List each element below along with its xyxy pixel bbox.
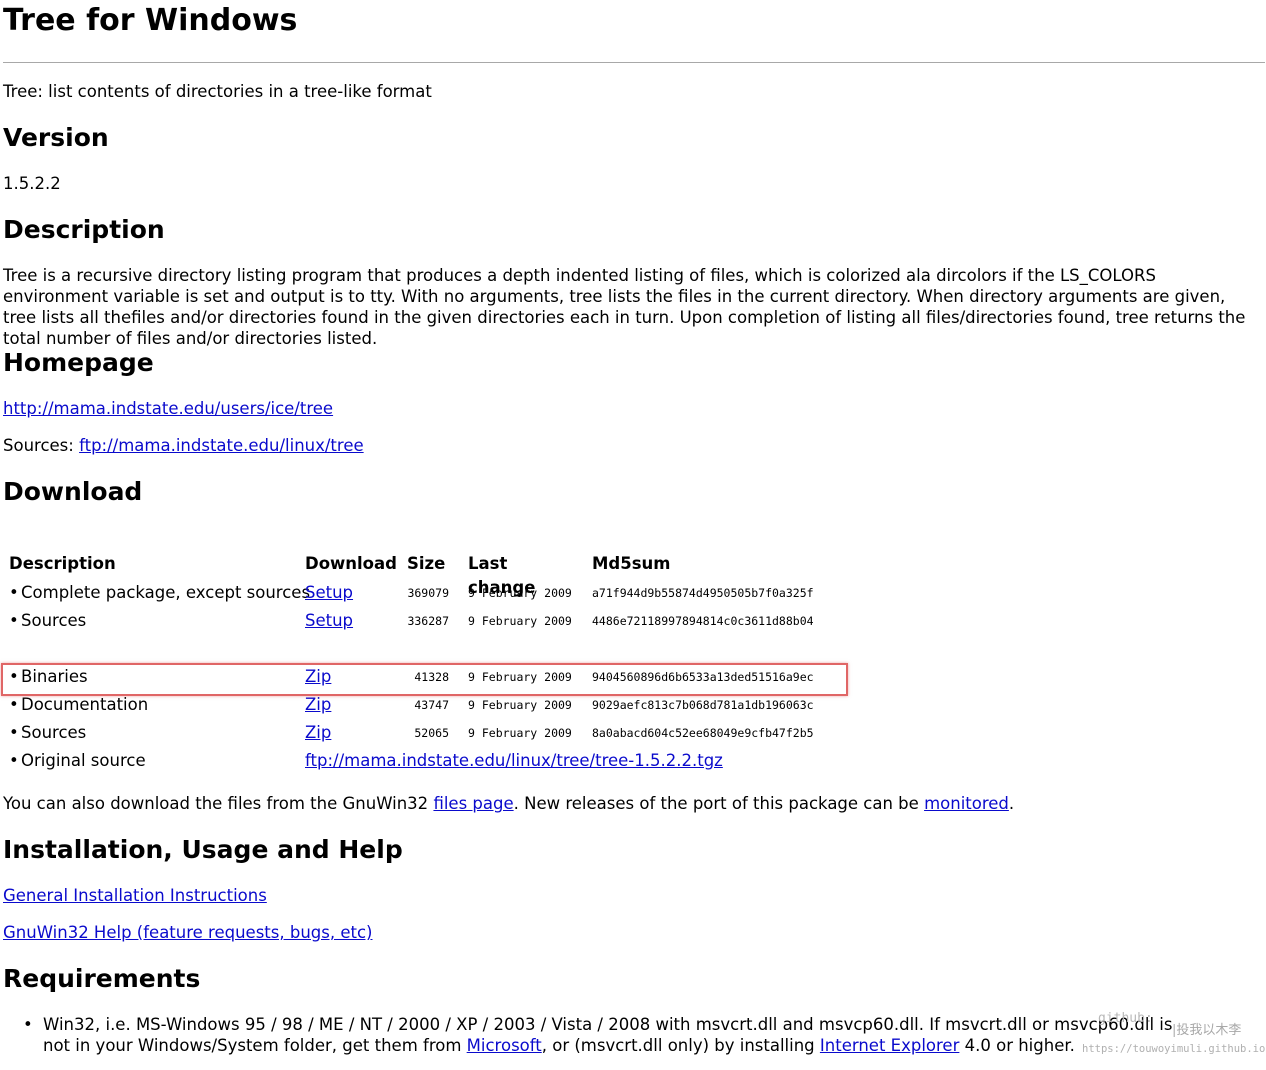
row-size: 369079 bbox=[407, 586, 449, 600]
gnuwin32-help-link[interactable]: GnuWin32 Help (feature requests, bugs, e… bbox=[3, 923, 372, 942]
description-text: Tree is a recursive directory listing pr… bbox=[3, 266, 1246, 348]
row-description: Original source bbox=[21, 751, 146, 770]
requirements-item: • Win32, i.e. MS-Windows 95 / 98 / ME / … bbox=[23, 1014, 1203, 1056]
install-heading: Installation, Usage and Help bbox=[3, 835, 403, 864]
internet-explorer-link[interactable]: Internet Explorer bbox=[820, 1036, 959, 1055]
requirements-text-3: 4.0 or higher. bbox=[959, 1036, 1075, 1055]
row-bullet: • bbox=[9, 695, 19, 714]
row-md5: a71f944d9b55874d4950505b7f0a325f bbox=[592, 586, 814, 600]
watermark-line-1: github: bbox=[1098, 1011, 1153, 1026]
row-md5: 8a0abacd604c52ee68049e9cfb47f2b5 bbox=[592, 726, 814, 740]
column-header-download: Download bbox=[305, 554, 397, 573]
column-header-md5sum: Md5sum bbox=[592, 554, 671, 573]
watermark: github: |投我以木李 https://touwoyimuli.githu… bbox=[1080, 1011, 1265, 1056]
homepage-heading: Homepage bbox=[3, 348, 154, 377]
download-heading: Download bbox=[3, 477, 143, 506]
row-size: 43747 bbox=[414, 698, 449, 712]
row-bullet: • bbox=[9, 723, 19, 742]
row-date: 9 February 2009 bbox=[468, 614, 572, 628]
row-description: Binaries bbox=[21, 667, 88, 686]
page-subtitle: Tree: list contents of directories in a … bbox=[3, 82, 432, 101]
row-date: 9 February 2009 bbox=[468, 586, 572, 600]
table-row: • Complete package, except sources Setup … bbox=[6, 579, 886, 607]
row-md5: 9029aefc813c7b068d781a1db196063c bbox=[592, 698, 814, 712]
title-divider bbox=[3, 62, 1265, 63]
row-size: 52065 bbox=[414, 726, 449, 740]
sources-label: Sources: bbox=[3, 436, 80, 455]
row-description: Complete package, except sources bbox=[21, 583, 311, 602]
version-heading: Version bbox=[3, 123, 109, 152]
row-download-link[interactable]: Setup bbox=[305, 607, 353, 635]
row-md5: 9404560896d6b6533a13ded51516a9ec bbox=[592, 670, 814, 684]
download-note-suffix: . bbox=[1008, 794, 1015, 813]
row-description: Sources bbox=[21, 611, 87, 630]
download-note-middle: . New releases of the port of this packa… bbox=[513, 794, 925, 813]
row-download-link[interactable]: Zip bbox=[305, 719, 331, 747]
row-bullet: • bbox=[9, 751, 19, 770]
install-instructions-link[interactable]: General Installation Instructions bbox=[3, 886, 267, 905]
watermark-line-3: https://touwoyimuli.github.io bbox=[1082, 1043, 1266, 1055]
row-md5: 4486e72118997894814c0c3611d88b04 bbox=[592, 614, 814, 628]
files-page-link[interactable]: files page bbox=[433, 794, 513, 813]
version-value: 1.5.2.2 bbox=[3, 174, 61, 193]
requirements-heading: Requirements bbox=[3, 964, 201, 993]
description-heading: Description bbox=[3, 215, 165, 244]
homepage-link[interactable]: http://mama.indstate.edu/users/ice/tree bbox=[3, 399, 333, 418]
column-header-size: Size bbox=[407, 554, 446, 573]
table-row: • Documentation Zip 43747 9 February 2009… bbox=[6, 691, 886, 719]
row-date: 9 February 2009 bbox=[468, 726, 572, 740]
requirements-text-2: , or (msvcrt.dll only) by installing bbox=[541, 1036, 820, 1055]
row-date: 9 February 2009 bbox=[468, 670, 572, 684]
row-description: Documentation bbox=[21, 695, 149, 714]
table-row: • Original source ftp://mama.indstate.edu… bbox=[6, 747, 886, 775]
column-header-description: Description bbox=[9, 554, 116, 573]
row-download-link[interactable]: Zip bbox=[305, 691, 331, 719]
row-bullet: • bbox=[9, 611, 19, 630]
row-download-link[interactable]: Setup bbox=[305, 579, 353, 607]
sources-link[interactable]: ftp://mama.indstate.edu/linux/tree bbox=[79, 436, 364, 455]
download-note: You can also download the files from the… bbox=[3, 793, 1014, 814]
table-row: • Binaries Zip 41328 9 February 2009 9404… bbox=[6, 663, 886, 691]
microsoft-link[interactable]: Microsoft bbox=[467, 1036, 542, 1055]
row-bullet: • bbox=[9, 583, 19, 602]
row-description: Sources bbox=[21, 723, 87, 742]
sources-line: Sources: ftp://mama.indstate.edu/linux/t… bbox=[3, 435, 364, 456]
watermark-line-2: |投我以木李 bbox=[1172, 1023, 1242, 1038]
monitored-link[interactable]: monitored bbox=[924, 794, 1009, 813]
row-download-link[interactable]: Zip bbox=[305, 663, 331, 691]
table-row: • Sources Zip 52065 9 February 2009 8a0ab… bbox=[6, 719, 886, 747]
row-size: 336287 bbox=[407, 614, 449, 628]
download-note-prefix: You can also download the files from the… bbox=[3, 794, 434, 813]
page-title: Tree for Windows bbox=[3, 3, 298, 38]
row-date: 9 February 2009 bbox=[468, 698, 572, 712]
requirements-bullet: • bbox=[23, 1015, 33, 1034]
row-download-link[interactable]: ftp://mama.indstate.edu/linux/tree/tree-… bbox=[305, 747, 723, 775]
row-size: 41328 bbox=[414, 670, 449, 684]
row-bullet: • bbox=[9, 667, 19, 686]
table-row: • Sources Setup 336287 9 February 2009 44… bbox=[6, 607, 886, 635]
